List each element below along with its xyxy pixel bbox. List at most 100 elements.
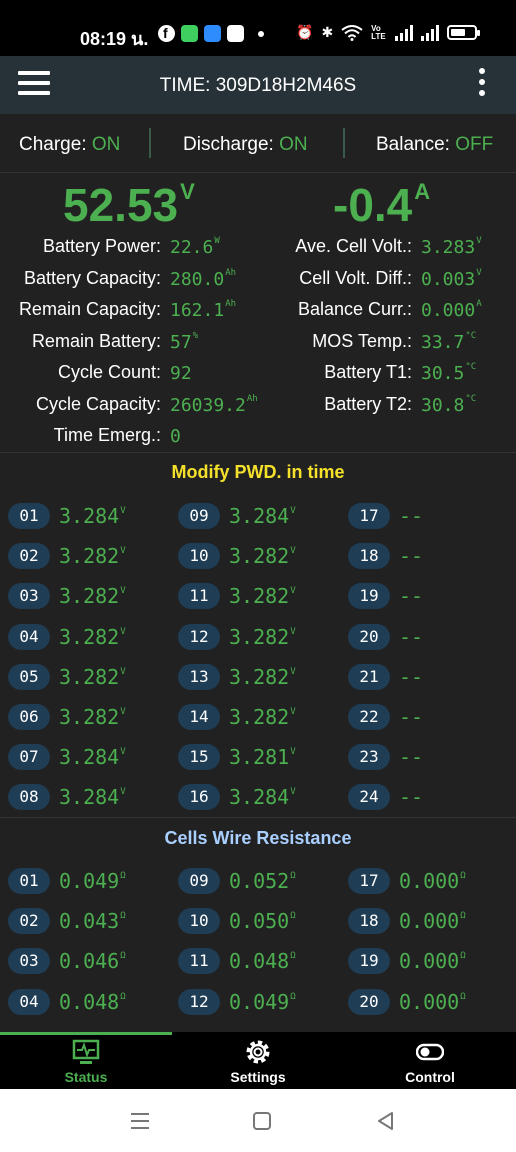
tab-status[interactable]: Status xyxy=(0,1032,172,1089)
switch-status-row: Charge: ON Discharge: ON Balance: OFF xyxy=(0,114,516,172)
cell-item: 17 -- xyxy=(340,498,508,538)
cell-value: 3.284V xyxy=(59,504,126,528)
cell-number-badge: 05 xyxy=(8,663,50,690)
stat-value: 0.003V xyxy=(421,267,482,290)
cell-value: 0.050Ω xyxy=(229,909,296,934)
cell-item: 09 0.052Ω xyxy=(170,863,338,903)
cell-number-badge: 13 xyxy=(178,663,220,690)
tab-control[interactable]: Control xyxy=(344,1032,516,1089)
cell-item: 07 3.284V xyxy=(0,739,168,779)
discharge-status: Discharge: ON xyxy=(183,134,308,156)
gear-icon xyxy=(246,1040,270,1064)
home-icon[interactable] xyxy=(250,1109,274,1133)
cell-value: -- xyxy=(399,705,424,729)
cell-value: 3.284V xyxy=(59,745,126,770)
total-voltage: 52.53V xyxy=(63,179,195,231)
stat-label: Cell Volt. Diff.: xyxy=(299,267,412,288)
app-icon xyxy=(204,25,221,42)
cell-number-badge: 09 xyxy=(178,503,220,529)
more-options-icon[interactable] xyxy=(476,68,488,102)
notification-icons: f xyxy=(158,25,264,42)
tab-settings[interactable]: Settings xyxy=(172,1032,344,1089)
cell-item: 08 3.284V xyxy=(0,779,168,819)
cell-item: 13 3.282V xyxy=(170,659,338,699)
cell-number-badge: 04 xyxy=(8,988,50,1015)
cell-value: -- xyxy=(399,624,424,649)
battery-icon xyxy=(447,25,481,40)
cell-value: 3.281V xyxy=(229,745,296,770)
cell-number-badge: 23 xyxy=(348,744,390,771)
discharge-label: Discharge: xyxy=(183,134,274,155)
cell-item: 17 0.000Ω xyxy=(340,863,508,903)
cell-item: 01 0.049Ω xyxy=(0,863,168,903)
cell-number-badge: 17 xyxy=(348,868,390,894)
charge-value: ON xyxy=(91,134,121,155)
cell-number-badge: 20 xyxy=(348,623,390,650)
cell-number-badge: 09 xyxy=(178,868,220,894)
cell-number-badge: 15 xyxy=(178,744,220,771)
cell-item: 18 0.000Ω xyxy=(340,903,508,943)
cell-number-badge: 24 xyxy=(348,784,390,811)
cell-number-badge: 20 xyxy=(348,988,390,1015)
cell-number-badge: 11 xyxy=(178,583,220,610)
discharge-value: ON xyxy=(279,134,308,155)
charge-label: Charge: xyxy=(19,134,87,155)
stat-label: Remain Battery: xyxy=(31,330,161,351)
cell-value: 0.049Ω xyxy=(59,869,126,893)
cell-item: 18 -- xyxy=(340,538,508,578)
cell-number-badge: 10 xyxy=(178,543,220,570)
cell-value: 0.000Ω xyxy=(399,989,466,1014)
cell-number-badge: 06 xyxy=(8,704,50,730)
cell-number-badge: 04 xyxy=(8,623,50,650)
stat-value: 30.5°C xyxy=(421,362,477,384)
bluetooth-icon: ✱ xyxy=(321,24,334,40)
cell-number-badge: 18 xyxy=(348,908,390,935)
cell-item: 02 0.043Ω xyxy=(0,903,168,943)
menu-icon[interactable] xyxy=(128,1109,152,1133)
cell-number-badge: 16 xyxy=(178,784,220,811)
cell-value: -- xyxy=(399,745,424,770)
wifi-icon xyxy=(341,24,363,41)
cell-item: 23 -- xyxy=(340,739,508,779)
stat-label: Battery T2: xyxy=(324,393,412,414)
cell-value: 0.000Ω xyxy=(399,909,466,934)
system-icons: ⏰ ✱ Vo LTE xyxy=(296,24,481,41)
cell-value: 0.000Ω xyxy=(399,869,466,893)
cell-number-badge: 14 xyxy=(178,704,220,730)
cell-number-badge: 01 xyxy=(8,503,50,529)
cell-item: 03 0.046Ω xyxy=(0,943,168,983)
dot-icon xyxy=(258,30,264,37)
cell-item: 02 3.282V xyxy=(0,538,168,578)
cell-item: 19 -- xyxy=(340,578,508,618)
cell-value: -- xyxy=(399,544,424,569)
cell-number-badge: 02 xyxy=(8,543,50,570)
total-current: -0.4A xyxy=(333,179,431,231)
cell-value: 3.282V xyxy=(59,544,126,569)
cell-value: -- xyxy=(399,785,424,810)
cell-item: 14 3.282V xyxy=(170,699,338,739)
stat-value: 0 xyxy=(170,426,181,447)
cell-value: 3.284V xyxy=(59,785,126,810)
cell-value: 3.282V xyxy=(229,624,296,649)
back-icon[interactable] xyxy=(374,1109,398,1133)
balance-status: Balance: OFF xyxy=(376,134,493,156)
cell-value: 0.000Ω xyxy=(399,949,466,974)
stat-label: Battery T1: xyxy=(324,362,412,382)
divider xyxy=(343,128,345,158)
cell-value: 3.282V xyxy=(59,705,126,729)
cell-item: 11 0.048Ω xyxy=(170,943,338,983)
cell-item: 09 3.284V xyxy=(170,498,338,538)
cell-item: 15 3.281V xyxy=(170,739,338,779)
status-bar: 08:19 น. f ⏰ ✱ Vo LTE xyxy=(0,0,516,56)
cell-value: 0.052Ω xyxy=(229,869,296,893)
cell-number-badge: 08 xyxy=(8,784,50,811)
cell-value: 0.043Ω xyxy=(59,909,126,934)
cell-number-badge: 02 xyxy=(8,908,50,935)
cell-item: 16 3.284V xyxy=(170,779,338,819)
cell-number-badge: 12 xyxy=(178,988,220,1015)
cell-item: 20 0.000Ω xyxy=(340,984,508,1024)
facebook-icon: f xyxy=(158,25,175,42)
stat-value: 22.6W xyxy=(170,236,220,258)
system-navigation xyxy=(0,1089,516,1152)
divider xyxy=(0,452,516,453)
